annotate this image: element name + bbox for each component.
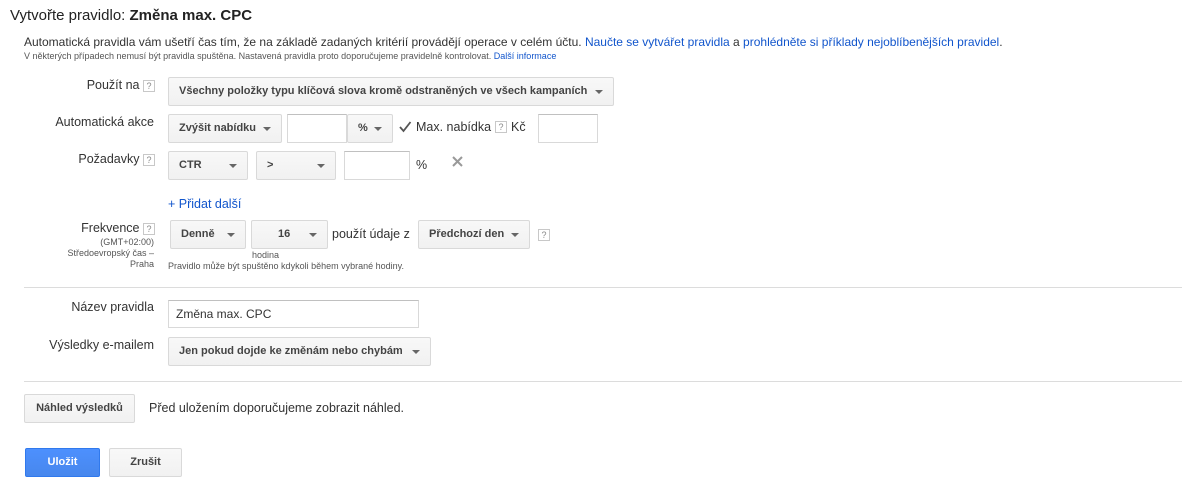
save-button[interactable]: Uložit [25, 448, 100, 477]
action-label-row: Automatická akce [55, 115, 154, 129]
more-info-link[interactable]: Další informace [494, 51, 557, 61]
help-icon[interactable]: ? [538, 229, 550, 241]
frequency-period-value: Denně [181, 228, 215, 240]
help-icon[interactable]: ? [143, 153, 155, 166]
use-data-label: použít údaje z [332, 227, 410, 241]
section-divider [24, 381, 1182, 382]
operator-value: > [267, 159, 274, 171]
intro-connector: a [733, 35, 740, 49]
requirements-label-row: Požadavky ? [78, 152, 155, 166]
help-icon[interactable]: ? [143, 222, 155, 235]
requirement-unit: % [416, 158, 428, 172]
preview-hint: Před uložením doporučujeme zobrazit náhl… [149, 401, 405, 415]
page-title: Vytvořte pravidlo: Změna max. CPC [10, 7, 252, 24]
requirement-value-input[interactable] [344, 151, 410, 180]
action-unit-dropdown[interactable]: % [347, 114, 393, 143]
checkbox-checked-icon[interactable] [398, 120, 412, 134]
intro-text: Automatická pravidla vám ušetří čas tím,… [24, 35, 1003, 49]
rule-name-input[interactable]: Změna max. CPC [168, 300, 419, 328]
metric-value: CTR [179, 159, 202, 171]
data-range-dropdown[interactable]: Předchozí den [418, 220, 530, 249]
intro-note: V některých případech nemusí být pravidl… [24, 51, 556, 61]
chevron-down-icon [229, 163, 237, 168]
chevron-down-icon [227, 232, 235, 237]
action-unit-value: % [358, 122, 368, 134]
frequency-label: Frekvence [81, 221, 140, 235]
action-amount-input[interactable] [287, 114, 347, 143]
hour-caption: hodina [252, 250, 280, 260]
requirements-label: Požadavky [78, 152, 140, 166]
intro-end: . [999, 35, 1003, 49]
apply-on-label-row: Použít na ? [87, 78, 155, 92]
intro-sentence: Automatická pravidla vám ušetří čas tím,… [24, 35, 582, 49]
max-bid-group: Max. nabídka ? Kč [398, 120, 526, 134]
timezone-name: Středoevropský čas – [67, 248, 154, 258]
section-divider [24, 287, 1182, 288]
chevron-down-icon [309, 232, 317, 237]
title-rule-name: Změna max. CPC [129, 7, 253, 24]
help-icon[interactable]: ? [495, 121, 508, 133]
preview-results-button[interactable]: Náhled výsledků [24, 394, 135, 423]
examples-link[interactable]: prohlédněte si příklady nejoblíbenějších… [743, 35, 999, 49]
max-bid-input[interactable] [538, 114, 598, 143]
rule-name-label: Název pravidla [71, 300, 154, 314]
apply-on-label: Použít na [86, 78, 140, 92]
frequency-note: Pravidlo může být spuštěno kdykoli během… [168, 261, 404, 271]
apply-on-value: Všechny položky typu klíčová slova kromě… [179, 85, 588, 97]
cancel-button[interactable]: Zrušit [109, 448, 182, 477]
intro-note-text: V některých případech nemusí být pravidl… [24, 51, 492, 61]
add-more-link[interactable]: + Přidat další [168, 197, 241, 211]
email-results-value: Jen pokud dojde ke změnám nebo chybám [179, 345, 403, 357]
title-prefix: Vytvořte pravidlo: [10, 7, 126, 24]
frequency-label-row: Frekvence ? [81, 221, 155, 235]
max-bid-label: Max. nabídka [416, 120, 492, 134]
frequency-period-dropdown[interactable]: Denně [170, 220, 246, 249]
operator-dropdown[interactable]: > [256, 151, 336, 180]
help-icon[interactable]: ? [143, 79, 155, 92]
chevron-down-icon [374, 126, 382, 131]
chevron-down-icon [263, 126, 271, 131]
metric-dropdown[interactable]: CTR [168, 151, 248, 180]
chevron-down-icon [595, 89, 603, 94]
frequency-hour-dropdown[interactable]: 16 [251, 220, 328, 249]
chevron-down-icon [412, 349, 420, 354]
learn-rules-link[interactable]: Naučte se vytvářet pravidla [585, 35, 730, 49]
currency-label: Kč [511, 120, 526, 134]
apply-on-dropdown[interactable]: Všechny položky typu klíčová slova kromě… [168, 77, 614, 106]
action-label: Automatická akce [55, 115, 154, 129]
chevron-down-icon [511, 232, 519, 237]
timezone-offset: (GMT+02:00) [100, 237, 154, 247]
remove-requirement-icon[interactable] [452, 156, 463, 167]
action-type-value: Zvýšit nabídku [179, 122, 257, 134]
chevron-down-icon [317, 163, 325, 168]
data-range-value: Předchozí den [429, 228, 505, 240]
action-type-dropdown[interactable]: Zvýšit nabídku [168, 114, 282, 143]
email-results-dropdown[interactable]: Jen pokud dojde ke změnám nebo chybám [168, 337, 431, 366]
email-results-label: Výsledky e-mailem [49, 338, 154, 352]
frequency-hour-value: 16 [278, 228, 291, 240]
timezone-city: Praha [129, 259, 154, 269]
